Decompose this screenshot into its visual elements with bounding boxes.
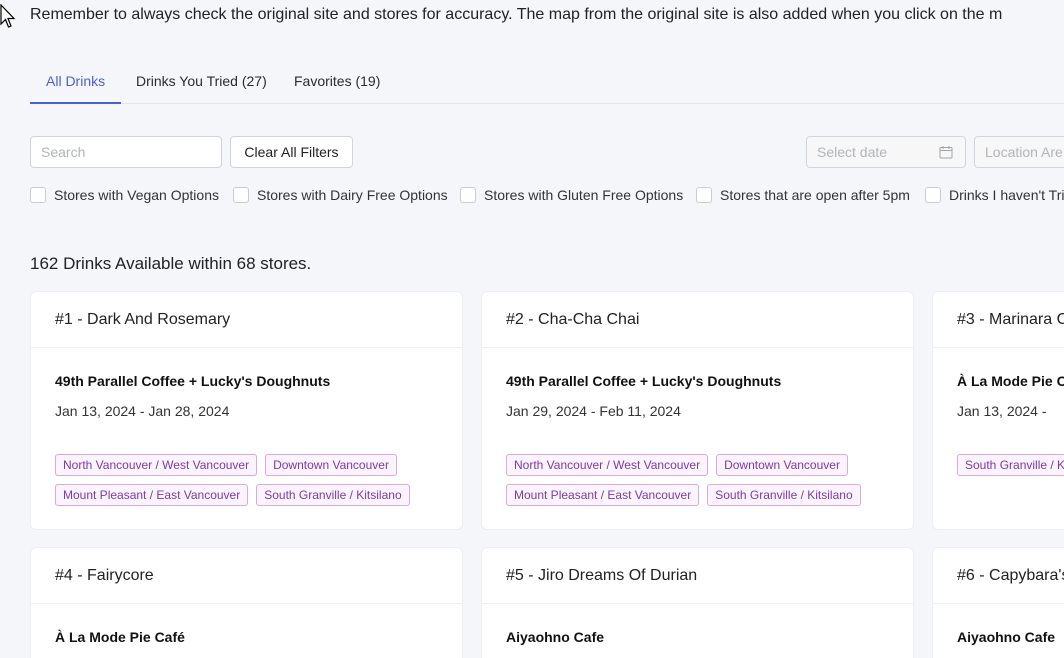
drink-title: #5 - Jiro Dreams Of Durian (482, 548, 913, 604)
tab-bar: All Drinks Drinks You Tried (27) Favorit… (30, 56, 1064, 104)
location-tag: Downtown Vancouver (265, 454, 397, 476)
filter-label: Stores with Gluten Free Options (484, 187, 684, 203)
checkbox[interactable] (696, 187, 712, 203)
drink-title: #2 - Cha-Cha Chai (482, 292, 913, 348)
store-name: Aiyaohno Cafe (957, 629, 1056, 645)
location-tag: Mount Pleasant / East Vancouver (506, 484, 700, 506)
store-name: Aiyaohno Cafe (506, 629, 605, 645)
store-name: 49th Parallel Coffee + Lucky's Doughnuts (55, 373, 331, 389)
drink-card[interactable]: #6 - Capybara's Aiyaohno Cafe (932, 547, 1064, 658)
location-tag: South Granville / Kitsilano (256, 484, 410, 506)
drink-title: #6 - Capybara's (933, 548, 1064, 604)
filter-not-tried[interactable]: Drinks I haven't Tri (925, 185, 1064, 205)
drink-card[interactable]: #3 - Marinara C À La Mode Pie C Jan 13, … (932, 291, 1064, 530)
location-tag: South Granville / Kitsilano (707, 484, 861, 506)
results-summary: 162 Drinks Available within 68 stores. (30, 254, 312, 273)
filter-vegan[interactable]: Stores with Vegan Options (30, 185, 219, 205)
filter-label: Drinks I haven't Tri (949, 187, 1064, 203)
checkbox[interactable] (925, 187, 941, 203)
mouse-cursor-icon (0, 4, 16, 28)
drink-title: #3 - Marinara C (933, 292, 1064, 348)
store-name: 49th Parallel Coffee + Lucky's Doughnuts (506, 373, 782, 389)
checkbox[interactable] (460, 187, 476, 203)
filter-gluten-free[interactable]: Stores with Gluten Free Options (460, 185, 683, 205)
drink-card[interactable]: #4 - Fairycore À La Mode Pie Café (30, 547, 463, 658)
checkbox[interactable] (233, 187, 249, 203)
tab-favorites[interactable]: Favorites (19) (278, 56, 396, 104)
location-tags: South Granville / K (957, 454, 1064, 476)
filter-label: Stores with Vegan Options (54, 187, 219, 203)
location-tags: North Vancouver / West Vancouver Downtow… (55, 454, 445, 506)
drink-title: #4 - Fairycore (31, 548, 462, 604)
location-placeholder: Location Are (985, 144, 1063, 160)
accuracy-notice: Remember to always check the original si… (30, 6, 1003, 23)
tab-all-drinks[interactable]: All Drinks (30, 56, 122, 104)
date-placeholder: Select date (817, 144, 888, 160)
filter-label: Stores with Dairy Free Options (257, 187, 448, 203)
location-tags: North Vancouver / West Vancouver Downtow… (506, 454, 896, 506)
filter-open-after-5pm[interactable]: Stores that are open after 5pm (696, 185, 910, 205)
location-tag: South Granville / K (957, 454, 1064, 476)
drink-card[interactable]: #2 - Cha-Cha Chai 49th Parallel Coffee +… (481, 291, 914, 530)
location-area-select[interactable]: Location Are (974, 136, 1064, 168)
drink-card[interactable]: #5 - Jiro Dreams Of Durian Aiyaohno Cafe (481, 547, 914, 658)
app-page: Remember to always check the original si… (0, 0, 1064, 658)
store-name: À La Mode Pie Café (55, 629, 185, 645)
drink-card[interactable]: #1 - Dark And Rosemary 49th Parallel Cof… (30, 291, 463, 530)
date-range: Jan 29, 2024 - Feb 11, 2024 (506, 403, 681, 419)
checkbox[interactable] (30, 187, 46, 203)
drink-title: #1 - Dark And Rosemary (31, 292, 462, 348)
filter-dairy-free[interactable]: Stores with Dairy Free Options (233, 185, 448, 205)
location-tag: Mount Pleasant / East Vancouver (55, 484, 249, 506)
date-range: Jan 13, 2024 - Jan 28, 2024 (55, 403, 230, 419)
clear-all-filters-button[interactable]: Clear All Filters (230, 136, 353, 168)
location-tag: North Vancouver / West Vancouver (506, 454, 709, 476)
location-tag: Downtown Vancouver (716, 454, 848, 476)
calendar-icon (939, 146, 953, 159)
store-name: À La Mode Pie C (957, 373, 1064, 389)
search-input[interactable] (30, 136, 222, 168)
filter-label: Stores that are open after 5pm (720, 187, 910, 203)
tab-drinks-you-tried[interactable]: Drinks You Tried (27) (120, 56, 283, 104)
date-picker[interactable]: Select date (806, 136, 966, 168)
location-tag: North Vancouver / West Vancouver (55, 454, 258, 476)
date-range: Jan 13, 2024 - (957, 403, 1047, 419)
